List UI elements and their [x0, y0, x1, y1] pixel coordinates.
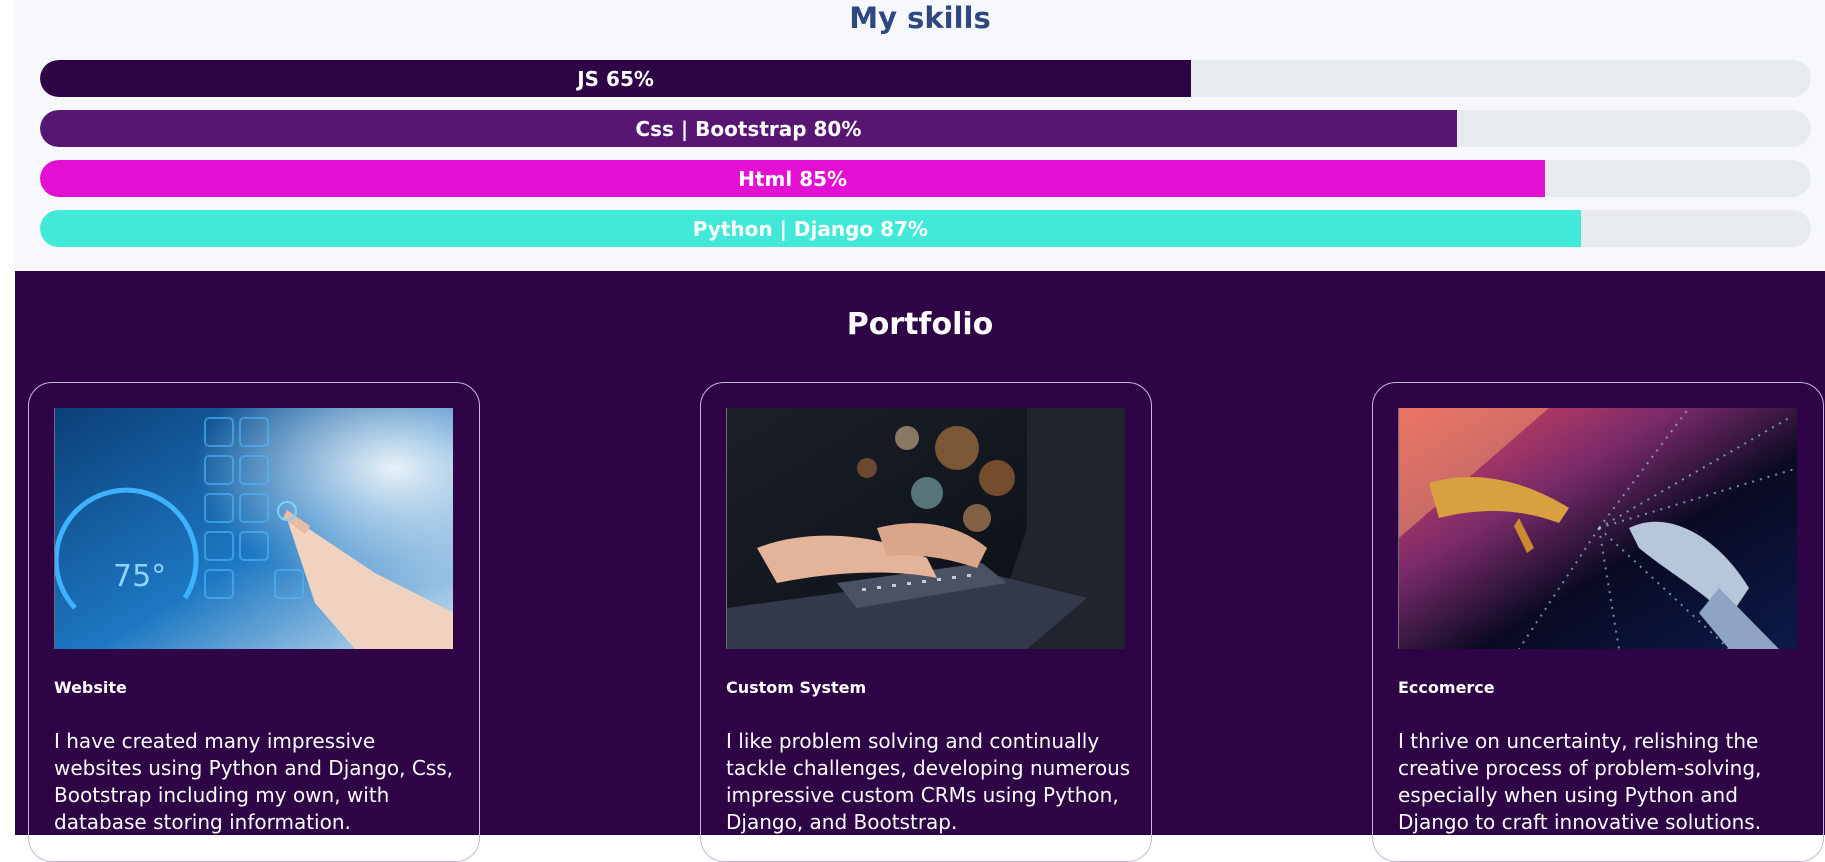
svg-text:75°: 75°: [113, 559, 166, 594]
human-robot-hands-image: [1398, 408, 1797, 649]
skills-title: My skills: [849, 1, 991, 35]
portfolio-card-eccomerce[interactable]: Eccomerce I thrive on uncertainty, relis…: [1372, 382, 1824, 862]
portfolio-section: Portfolio 75° Website I have created man…: [15, 271, 1825, 862]
skill-bar-fill: Python | Django 87%: [40, 210, 1581, 247]
card-title: Website: [54, 678, 127, 697]
skill-bar-label: Css | Bootstrap 80%: [635, 116, 862, 141]
card-text: I thrive on uncertainty, relishing the c…: [1398, 729, 1762, 834]
skill-bar-fill: Css | Bootstrap 80%: [40, 110, 1457, 147]
skill-bar-fill: Html 85%: [40, 160, 1546, 197]
card-title: Eccomerce: [1398, 678, 1495, 697]
skill-bar-python-django: Python | Django 87%: [40, 210, 1811, 247]
skill-bar-js: JS 65%: [40, 60, 1811, 97]
skill-bar-html: Html 85%: [40, 160, 1811, 197]
skills-section: My skills JS 65% Css | Bootstrap 80% Htm…: [15, 0, 1825, 271]
touchscreen-dashboard-image: 75°: [54, 408, 453, 649]
skill-bar-fill: JS 65%: [40, 60, 1192, 97]
portfolio-card-custom-system[interactable]: Custom System I like problem solving and…: [700, 382, 1152, 862]
card-text: I like problem solving and continually t…: [726, 729, 1131, 834]
skill-bar-label: Python | Django 87%: [692, 216, 928, 241]
skill-bar-css-bootstrap: Css | Bootstrap 80%: [40, 110, 1811, 147]
skill-bar-label: Html 85%: [738, 166, 848, 191]
card-text: I have created many impressive websites …: [54, 729, 454, 834]
skill-bar-label: JS 65%: [577, 66, 654, 91]
laptop-typing-image: [726, 408, 1125, 649]
card-title: Custom System: [726, 678, 867, 697]
portfolio-title: Portfolio: [846, 307, 994, 342]
portfolio-card-website[interactable]: 75° Website I have created many impressi…: [28, 382, 480, 862]
